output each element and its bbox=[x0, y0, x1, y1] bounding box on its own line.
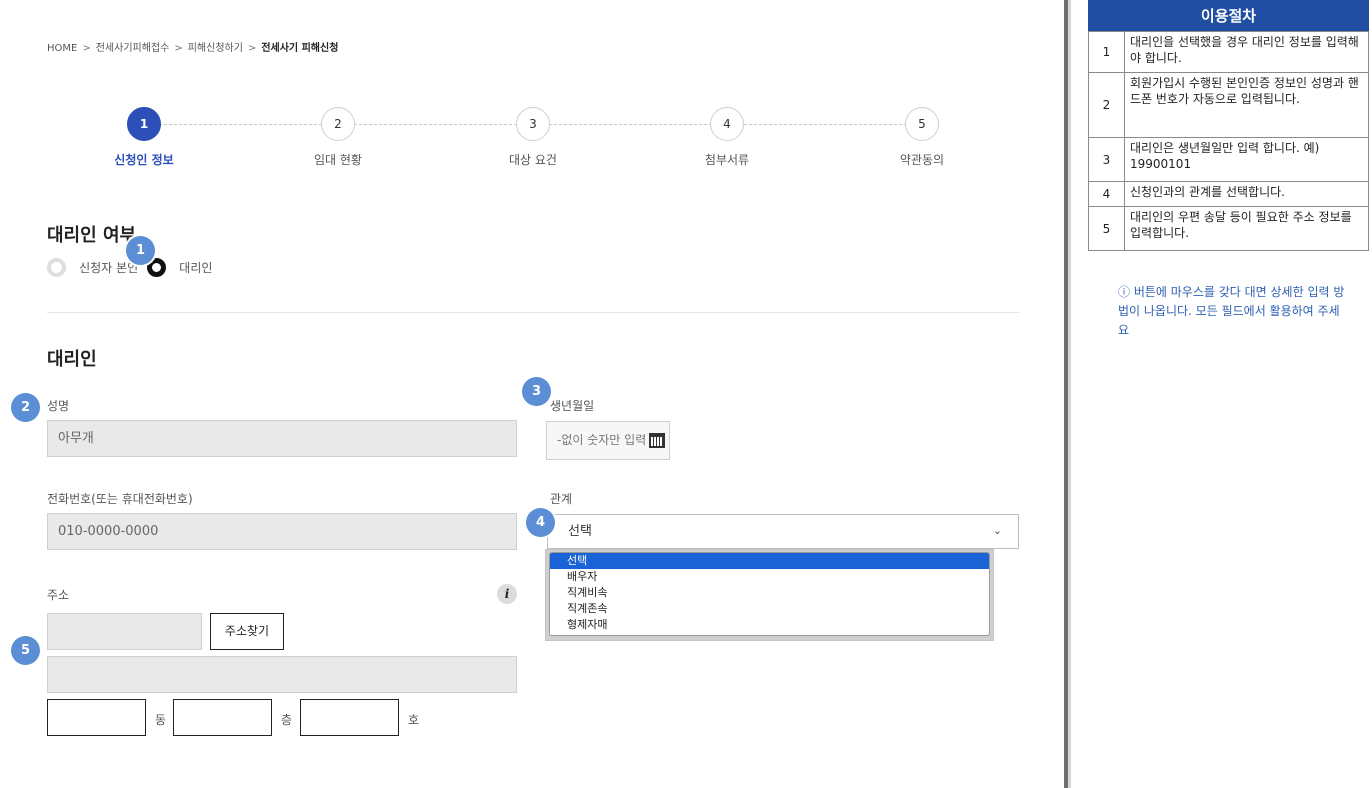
procedure-row: 5 대리인의 우편 송달 등이 필요한 주소 정보를 입력합니다. bbox=[1088, 206, 1369, 251]
step-1: 1 신청인 정보 bbox=[47, 107, 241, 168]
address-label: 주소 bbox=[47, 588, 70, 602]
step-1-label: 신청인 정보 bbox=[114, 153, 174, 167]
birth-label: 생년월일 bbox=[550, 399, 595, 413]
main-content: HOME > 전세사기피해접수 > 피해신청하기 > 전세사기 피해신청 1 신청인 정보 … bbox=[0, 0, 1064, 788]
birth-date-input[interactable]: -없이 숫자만 입력 bbox=[546, 421, 670, 460]
step-3-circle: 3 bbox=[516, 107, 550, 141]
info-icon[interactable]: i bbox=[497, 584, 517, 604]
procedure-row: 3 대리인은 생년월일만 입력 합니다. 예) 19900101 bbox=[1088, 137, 1369, 182]
step-4-label: 첨부서류 bbox=[704, 153, 750, 167]
procedure-tip: ⓘ 버튼에 마우스를 갖다 대면 상세한 입력 방법이 나옵니다. 모든 필드에… bbox=[1118, 285, 1345, 337]
procedure-panel-title: 이용절차 bbox=[1088, 0, 1369, 31]
agent-section-title: 대리인 bbox=[47, 349, 97, 370]
step-5-label: 약관동의 bbox=[899, 153, 945, 167]
procedure-row-num: 5 bbox=[1088, 206, 1125, 251]
name-field[interactable]: 아무개 bbox=[47, 420, 517, 457]
procedure-row-text: 대리인을 선택했을 경우 대리인 정보를 입력해야 합니다. bbox=[1124, 31, 1369, 73]
ho-field[interactable] bbox=[300, 699, 399, 736]
procedure-row-text: 대리인은 생년월일만 입력 합니다. 예) 19900101 bbox=[1124, 137, 1369, 182]
address-field[interactable] bbox=[47, 656, 517, 693]
procedure-panel: 이용절차 1 대리인을 선택했을 경우 대리인 정보를 입력해야 합니다. 2 … bbox=[1088, 0, 1369, 251]
guide-badge-1[interactable]: 1 bbox=[126, 236, 155, 265]
procedure-row: 2 회원가입시 수행된 본인인증 정보인 성명과 핸드폰 번호가 자동으로 입력… bbox=[1088, 72, 1369, 138]
relation-option[interactable]: 배우자 bbox=[550, 569, 989, 585]
radio-self[interactable] bbox=[47, 258, 66, 277]
guide-badge-2[interactable]: 2 bbox=[11, 393, 40, 422]
radio-self-label[interactable]: 신청자 본인 bbox=[79, 259, 138, 276]
step-2-circle: 2 bbox=[321, 107, 355, 141]
relation-option[interactable]: 직계존속 bbox=[550, 601, 989, 617]
procedure-row-text: 대리인의 우편 송달 등이 필요한 주소 정보를 입력합니다. bbox=[1124, 206, 1369, 251]
breadcrumb-apply[interactable]: 피해신청하기 bbox=[188, 43, 243, 54]
relation-select-value: 선택 bbox=[568, 524, 592, 539]
guide-badge-4[interactable]: 4 bbox=[526, 508, 555, 537]
relation-option[interactable]: 형제자매 bbox=[550, 617, 989, 633]
breadcrumb-separator: > bbox=[174, 43, 183, 54]
procedure-row-num: 1 bbox=[1088, 31, 1125, 73]
name-label: 성명 bbox=[47, 399, 70, 413]
section-divider bbox=[47, 312, 1020, 313]
breadcrumb-home[interactable]: HOME bbox=[47, 43, 77, 54]
breadcrumb-separator: > bbox=[82, 43, 91, 54]
step-4: 4 첨부서류 bbox=[630, 107, 824, 168]
step-1-circle: 1 bbox=[127, 107, 161, 141]
relation-select[interactable]: 선택 ⌄ bbox=[547, 514, 1019, 549]
phone-label: 전화번호(또는 휴대전화번호) bbox=[47, 492, 193, 506]
step-2-label: 임대 현황 bbox=[314, 153, 362, 167]
radio-agent-label[interactable]: 대리인 bbox=[179, 259, 212, 276]
floor-field[interactable] bbox=[173, 699, 272, 736]
proxy-section-title: 대리인 여부 bbox=[47, 225, 137, 246]
step-3: 3 대상 요건 bbox=[436, 107, 630, 168]
calendar-icon[interactable] bbox=[649, 433, 665, 448]
procedure-row-num: 3 bbox=[1088, 137, 1125, 182]
birth-date-placeholder: -없이 숫자만 입력 bbox=[557, 433, 647, 447]
address-search-button[interactable]: 주소찾기 bbox=[210, 613, 284, 650]
breadcrumb-separator: > bbox=[247, 43, 257, 54]
postcode-field[interactable] bbox=[47, 613, 202, 650]
dong-field[interactable] bbox=[47, 699, 146, 736]
step-3-label: 대상 요건 bbox=[509, 153, 557, 167]
breadcrumb-current: 전세사기 피해신청 bbox=[261, 43, 339, 54]
procedure-row-num: 4 bbox=[1088, 181, 1125, 207]
relation-dropdown: 선택 배우자 직계비속 직계존속 형제자매 bbox=[545, 549, 994, 641]
phone-field[interactable]: 010-0000-0000 bbox=[47, 513, 517, 550]
breadcrumb-damage-reception[interactable]: 전세사기피해접수 bbox=[96, 43, 170, 54]
breadcrumb: HOME > 전세사기피해접수 > 피해신청하기 > 전세사기 피해신청 bbox=[47, 39, 338, 54]
panel-divider-shade bbox=[1068, 0, 1071, 788]
chevron-down-icon[interactable]: ⌄ bbox=[993, 514, 1002, 547]
relation-option[interactable]: 직계비속 bbox=[550, 585, 989, 601]
step-5: 5 약관동의 bbox=[825, 107, 1019, 168]
procedure-row: 4 신청인과의 관계를 선택합니다. bbox=[1088, 181, 1369, 207]
procedure-row: 1 대리인을 선택했을 경우 대리인 정보를 입력해야 합니다. bbox=[1088, 31, 1369, 73]
procedure-row-num: 2 bbox=[1088, 72, 1125, 138]
relation-options-list: 선택 배우자 직계비속 직계존속 형제자매 bbox=[549, 552, 990, 636]
relation-label: 관계 bbox=[550, 492, 573, 506]
floor-label: 층 bbox=[281, 713, 293, 727]
procedure-row-text: 신청인과의 관계를 선택합니다. bbox=[1124, 181, 1369, 207]
step-5-circle: 5 bbox=[905, 107, 939, 141]
relation-option[interactable]: 선택 bbox=[550, 553, 989, 569]
step-4-circle: 4 bbox=[710, 107, 744, 141]
guide-badge-3[interactable]: 3 bbox=[522, 377, 551, 406]
step-2: 2 임대 현황 bbox=[241, 107, 435, 168]
ho-label: 호 bbox=[408, 713, 420, 727]
dong-label: 동 bbox=[155, 713, 167, 727]
procedure-row-text: 회원가입시 수행된 본인인증 정보인 성명과 핸드폰 번호가 자동으로 입력됩니… bbox=[1124, 72, 1369, 138]
step-indicator: 1 신청인 정보 2 임대 현황 3 대상 요건 4 첨부서류 5 약관동의 bbox=[47, 107, 1020, 177]
procedure-table: 1 대리인을 선택했을 경우 대리인 정보를 입력해야 합니다. 2 회원가입시… bbox=[1088, 31, 1369, 251]
guide-badge-5[interactable]: 5 bbox=[11, 636, 40, 665]
